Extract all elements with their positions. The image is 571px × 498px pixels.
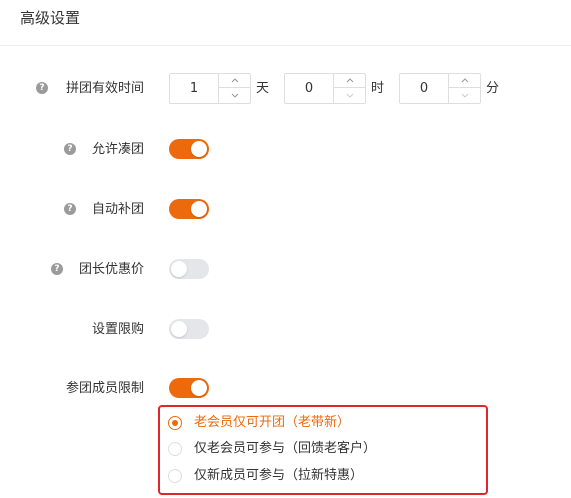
radio-button[interactable]	[168, 469, 182, 483]
chevron-down-icon	[346, 93, 353, 98]
chevron-up-icon	[231, 78, 238, 83]
chevron-down-icon	[231, 93, 238, 98]
days-decrement-button[interactable]	[219, 88, 250, 103]
help-icon[interactable]: ?	[36, 82, 48, 94]
days-stepper[interactable]: 1	[169, 73, 251, 104]
member-limit-row: 参团成员限制	[0, 373, 571, 405]
days-value[interactable]: 1	[170, 74, 218, 103]
help-icon[interactable]: ?	[64, 203, 76, 215]
radio-label: 仅新成员可参与（拉新特惠）	[194, 468, 364, 483]
purchase-limit-row: 设置限购	[0, 314, 571, 346]
radio-label: 仅老会员可参与（回馈老客户）	[194, 441, 377, 456]
auto-fill-row: ? 自动补团	[0, 194, 571, 226]
chevron-down-icon	[461, 93, 468, 98]
auto-fill-label: 自动补团	[91, 202, 144, 217]
leader-discount-label: 团长优惠价	[78, 262, 144, 277]
minutes-decrement-button[interactable]	[449, 88, 480, 103]
switch-knob	[191, 380, 207, 396]
leader-discount-row: ? 团长优惠价	[0, 254, 571, 286]
leader-discount-switch[interactable]	[169, 259, 209, 279]
section-title: 高级设置	[20, 9, 81, 27]
switch-knob	[171, 261, 187, 277]
help-icon[interactable]: ?	[51, 263, 63, 275]
minutes-stepper[interactable]: 0	[399, 73, 481, 104]
chevron-up-icon	[461, 78, 468, 83]
member-limit-switch[interactable]	[169, 378, 209, 398]
hours-increment-button[interactable]	[334, 74, 365, 88]
allow-join-row: ? 允许凑团	[0, 134, 571, 166]
purchase-limit-switch[interactable]	[169, 319, 209, 339]
days-unit: 天	[256, 81, 270, 96]
help-icon[interactable]: ?	[64, 143, 76, 155]
hours-unit: 时	[371, 81, 385, 96]
minutes-value[interactable]: 0	[400, 74, 448, 103]
minutes-increment-button[interactable]	[449, 74, 480, 88]
member-limit-label: 参团成员限制	[65, 381, 144, 396]
radio-button[interactable]	[168, 442, 182, 456]
validity-label: 拼团有效时间	[65, 81, 144, 96]
purchase-limit-label: 设置限购	[91, 322, 144, 337]
validity-row: ? 拼团有效时间 1 天 0 时 0 分	[0, 73, 571, 105]
auto-fill-switch[interactable]	[169, 199, 209, 219]
switch-knob	[191, 141, 207, 157]
allow-join-switch[interactable]	[169, 139, 209, 159]
days-increment-button[interactable]	[219, 74, 250, 88]
minutes-unit: 分	[486, 81, 500, 96]
hours-stepper[interactable]: 0	[284, 73, 366, 104]
switch-knob	[171, 321, 187, 337]
radio-button[interactable]	[168, 416, 182, 430]
allow-join-label: 允许凑团	[91, 142, 144, 157]
section-header: 高级设置	[0, 0, 571, 46]
switch-knob	[191, 201, 207, 217]
hours-value[interactable]: 0	[285, 74, 333, 103]
hours-decrement-button[interactable]	[334, 88, 365, 103]
radio-label: 老会员仅可开团（老带新）	[194, 415, 351, 430]
chevron-up-icon	[346, 78, 353, 83]
